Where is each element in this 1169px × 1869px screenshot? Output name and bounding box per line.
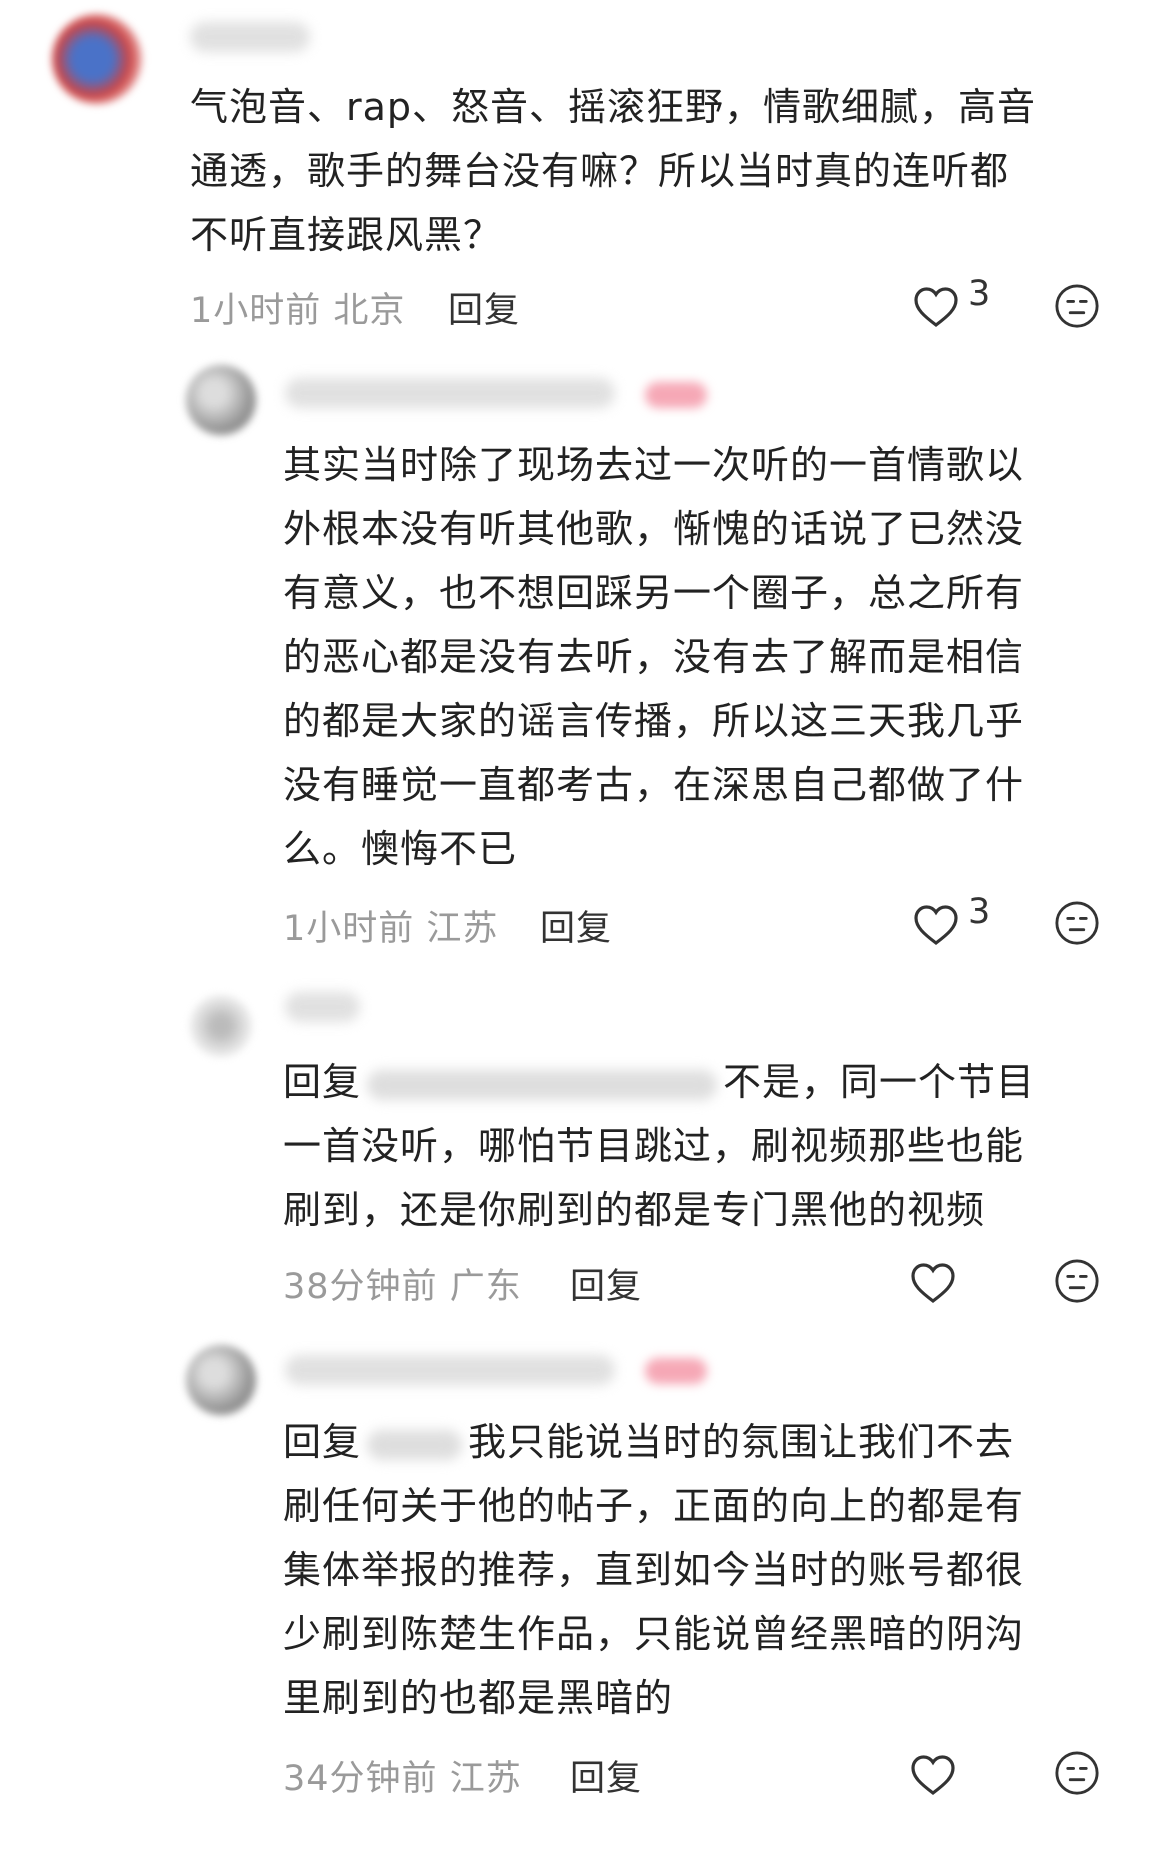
comment-line: 的都是大家的谣言传播，所以这三天我几乎 — [283, 699, 1025, 743]
like-button[interactable]: 3 — [912, 276, 990, 328]
username-blurred[interactable] — [285, 992, 360, 1022]
heart-outline-icon — [911, 1263, 955, 1304]
comment-meta: 1小时前 江苏 — [283, 900, 498, 951]
comment-text: 回复 不是，同一个节目 一首没听，哪怕节目跳过，刷视频那些也能 刷到，还是你刷到的… — [283, 1050, 1035, 1242]
comment-line: 回复 我只能说当时的氛围让我们不去 — [283, 1410, 1024, 1474]
comment-line: 一首没听，哪怕节目跳过，刷视频那些也能 — [283, 1124, 1025, 1168]
like-count: 3 — [968, 892, 991, 932]
neutral-face-icon[interactable] — [1054, 283, 1100, 329]
comment-time: 38分钟前 — [283, 1267, 438, 1307]
like-button[interactable]: 3 — [912, 894, 990, 946]
heart-outline-icon — [914, 287, 958, 328]
reply-button[interactable]: 回复 — [540, 900, 612, 951]
comment-text: 气泡音、rap、怒音、摇滚狂野，情歌细腻，高音 通透，歌手的舞台没有嘛？所以当时… — [190, 75, 1036, 267]
comment-meta: 34分钟前 江苏 — [283, 1750, 522, 1801]
comment-line: 不听直接跟风黑？ — [190, 213, 503, 257]
reply-prefix: 回复 — [283, 1060, 362, 1104]
comment-line: 回复 不是，同一个节目 — [283, 1050, 1035, 1114]
user-tag-blurred — [645, 382, 707, 408]
comment-text: 其实当时除了现场去过一次听的一首情歌以 外根本没有听其他歌，惭愧的话说了已然没 … — [283, 433, 1024, 881]
comment-meta: 38分钟前 广东 — [283, 1258, 522, 1309]
reply-first-line: 不是，同一个节目 — [723, 1060, 1036, 1104]
like-button[interactable] — [909, 1260, 957, 1304]
user-tag-blurred — [645, 1358, 707, 1384]
heart-outline-icon — [911, 1755, 955, 1796]
comment-line: 集体举报的推荐，直到如今当时的账号都很 — [283, 1548, 1025, 1592]
comment-location: 北京 — [333, 291, 406, 331]
comment-line: 没有睡觉一直都考古，在深思自己都做了什 — [283, 763, 1025, 807]
username-blurred[interactable] — [190, 22, 310, 52]
username-blurred[interactable] — [285, 1355, 615, 1385]
neutral-face-icon[interactable] — [1054, 900, 1100, 946]
comment-time: 34分钟前 — [283, 1759, 438, 1799]
comment-line: 里刷到的也都是黑暗的 — [283, 1676, 674, 1720]
comment-line: 少刷到陈楚生作品，只能说曾经黑暗的阴沟 — [283, 1612, 1025, 1656]
neutral-face-icon[interactable] — [1054, 1258, 1100, 1304]
comment-location: 江苏 — [426, 909, 499, 949]
comment-line: 气泡音、rap、怒音、摇滚狂野，情歌细腻，高音 — [190, 85, 1037, 129]
comment-line: 有意义，也不想回踩另一个圈子，总之所有 — [283, 571, 1025, 615]
reply-prefix: 回复 — [283, 1420, 362, 1464]
comment-time: 1小时前 — [283, 909, 415, 949]
comment-line: 刷到，还是你刷到的都是专门黑他的视频 — [283, 1188, 986, 1232]
reply-button[interactable]: 回复 — [448, 282, 520, 333]
comment-location: 广东 — [449, 1267, 522, 1307]
mention-blurred[interactable] — [367, 1069, 718, 1100]
username-blurred[interactable] — [285, 378, 615, 408]
reply-button[interactable]: 回复 — [570, 1258, 642, 1309]
comment-meta: 1小时前 北京 — [190, 282, 405, 333]
heart-outline-icon — [914, 905, 958, 946]
comment-text: 回复 我只能说当时的氛围让我们不去 刷任何关于他的帖子，正面的向上的都是有 集体举… — [283, 1410, 1024, 1730]
comment-line: 的恶心都是没有去听，没有去了解而是相信 — [283, 635, 1025, 679]
avatar[interactable] — [186, 1345, 256, 1415]
avatar[interactable] — [52, 14, 142, 104]
comment-line: 刷任何关于他的帖子，正面的向上的都是有 — [283, 1484, 1025, 1528]
avatar[interactable] — [190, 995, 252, 1057]
reply-button[interactable]: 回复 — [570, 1750, 642, 1801]
comment-line: 外根本没有听其他歌，惭愧的话说了已然没 — [283, 507, 1025, 551]
comment-location: 江苏 — [449, 1759, 522, 1799]
comment-time: 1小时前 — [190, 291, 322, 331]
mention-blurred[interactable] — [367, 1429, 463, 1460]
comment-line: 通透，歌手的舞台没有嘛？所以当时真的连听都 — [190, 149, 1010, 193]
like-button[interactable] — [909, 1752, 957, 1796]
like-count: 3 — [968, 274, 991, 314]
comment-line: 么。懊悔不已 — [283, 827, 518, 871]
reply-first-line: 我只能说当时的氛围让我们不去 — [468, 1420, 1015, 1464]
neutral-face-icon[interactable] — [1054, 1750, 1100, 1796]
comment-line: 其实当时除了现场去过一次听的一首情歌以 — [283, 443, 1025, 487]
avatar[interactable] — [186, 365, 256, 435]
